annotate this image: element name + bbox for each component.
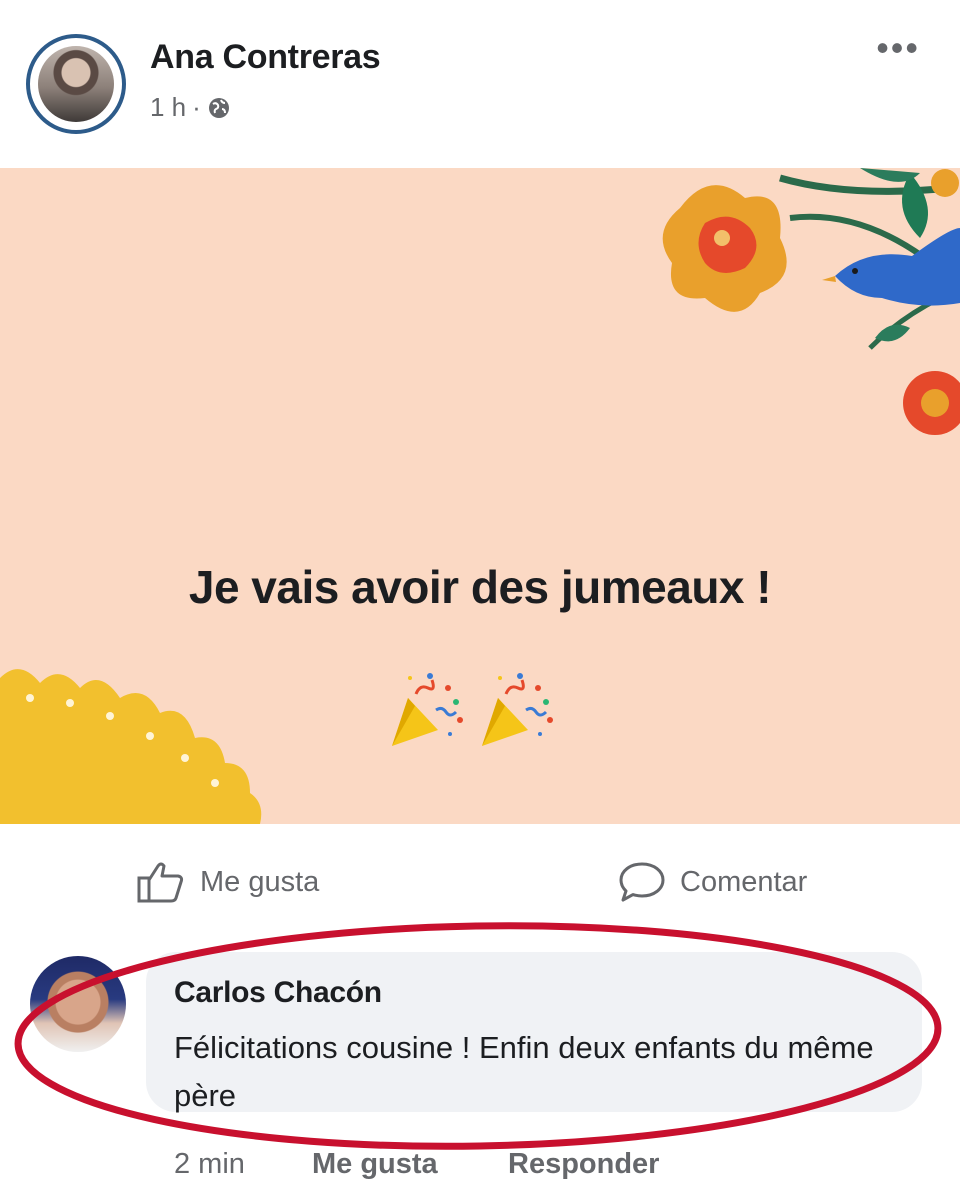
like-label: Me gusta bbox=[200, 865, 320, 898]
comment-reply-button[interactable]: Responder bbox=[508, 1148, 659, 1181]
comment-like-button[interactable]: Me gusta bbox=[312, 1148, 438, 1181]
commenter-name[interactable]: Carlos Chacón bbox=[174, 976, 382, 1010]
author-name[interactable]: Ana Contreras bbox=[150, 38, 381, 77]
thumbs-up-icon bbox=[137, 862, 184, 903]
comment-button[interactable]: Comentar bbox=[618, 860, 807, 904]
post-time[interactable]: 1 h bbox=[150, 92, 186, 123]
comment-label: Comentar bbox=[680, 865, 808, 898]
comment-bubble-icon bbox=[619, 862, 665, 902]
post-background-card: Je vais avoir des jumeaux ! bbox=[0, 168, 960, 824]
comment: Carlos Chacón Félicitations cousine ! En… bbox=[0, 936, 960, 1200]
commenter-avatar[interactable] bbox=[30, 956, 126, 1052]
post-action-bar: Me gusta Comentar bbox=[0, 824, 960, 936]
author-avatar[interactable] bbox=[26, 34, 126, 134]
like-button[interactable]: Me gusta bbox=[136, 860, 319, 904]
sun-decoration-bottom-left bbox=[0, 669, 262, 824]
post-header: Ana Contreras 1 h · ••• bbox=[0, 0, 960, 168]
more-options-button[interactable]: ••• bbox=[876, 30, 920, 66]
comment-text: Félicitations cousine ! Enfin deux enfan… bbox=[174, 1030, 874, 1113]
globe-icon bbox=[208, 97, 229, 118]
comment-bubble: Carlos Chacón Félicitations cousine ! En… bbox=[146, 952, 922, 1113]
author-photo bbox=[38, 46, 114, 122]
party-popper-emoji bbox=[392, 673, 553, 746]
comment-time[interactable]: 2 min bbox=[174, 1148, 245, 1181]
floral-decoration-top-right bbox=[662, 168, 960, 435]
meta-separator: · bbox=[192, 92, 201, 122]
post-status-text: Je vais avoir des jumeaux ! bbox=[188, 561, 772, 613]
post-meta: 1 h · bbox=[150, 92, 231, 123]
